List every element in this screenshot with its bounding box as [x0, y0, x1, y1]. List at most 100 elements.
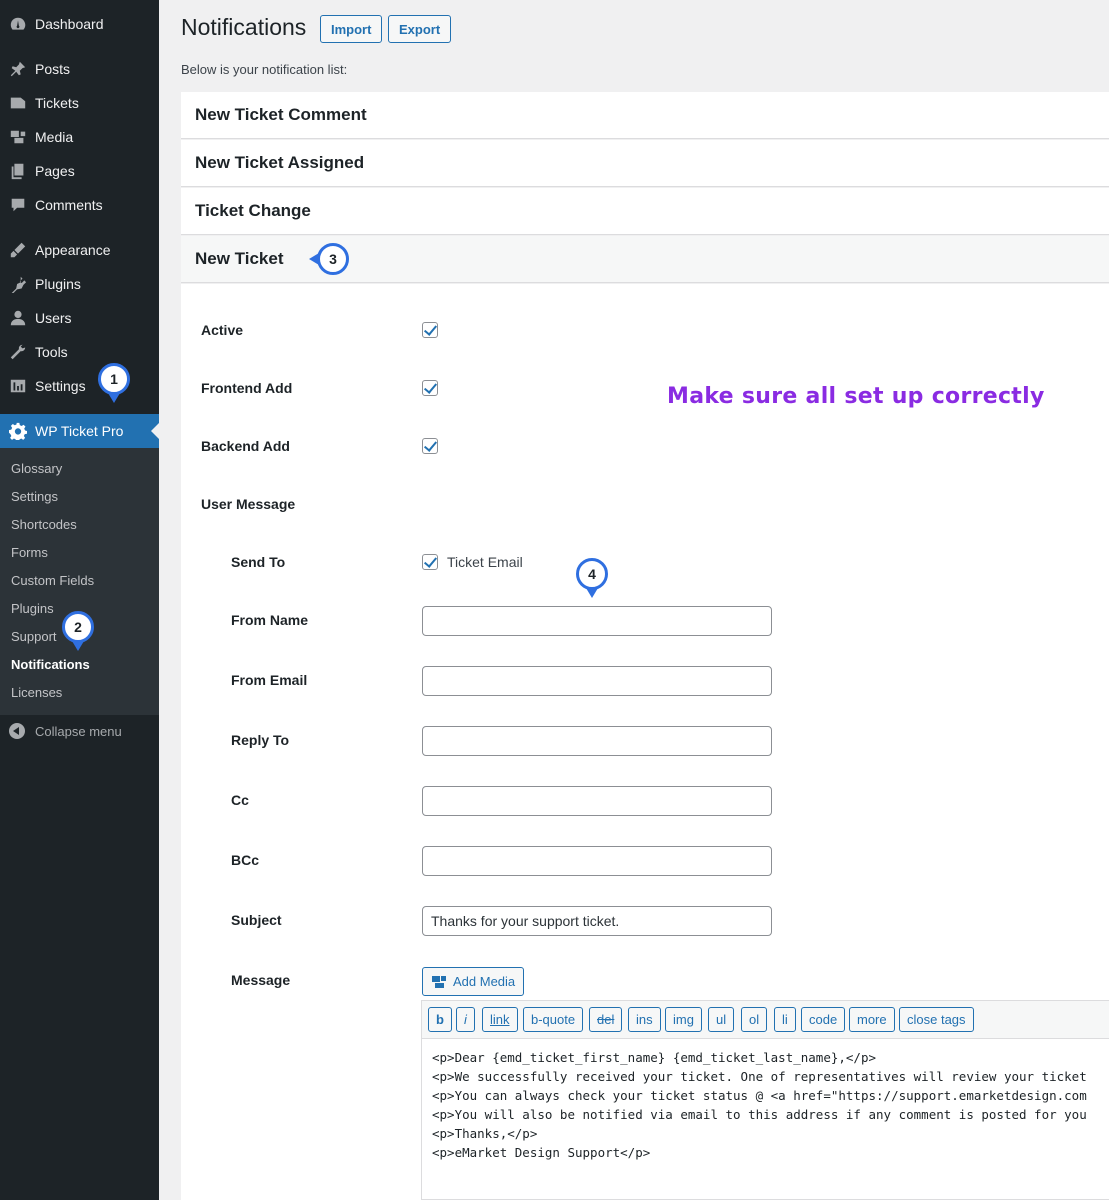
qt-del-button[interactable]: del [589, 1007, 623, 1032]
qt-bold-button[interactable]: b [428, 1007, 452, 1032]
menu-item-comments[interactable]: Comments [0, 188, 159, 222]
message-line: <p>eMarket Design Support</p> [432, 1145, 651, 1160]
qt-li-button[interactable]: li [774, 1007, 796, 1032]
send-to-label: Send To [231, 554, 286, 570]
backend-add-checkbox[interactable] [422, 438, 438, 454]
accordion-title: New Ticket Assigned [195, 153, 365, 172]
qt-ol-button[interactable]: ol [741, 1007, 768, 1032]
submenu-item-notifications[interactable]: Notifications [11, 655, 90, 675]
menu-label-settings: Settings [35, 378, 86, 394]
bcc-label: BCc [231, 852, 260, 868]
menu-item-appearance[interactable]: Appearance [0, 233, 159, 267]
user-icon [8, 308, 28, 328]
bcc-input[interactable] [422, 846, 772, 876]
menu-label-dashboard: Dashboard [35, 16, 104, 32]
submenu-item-glossary[interactable]: Glossary [11, 459, 62, 479]
menu-label-plugins: Plugins [35, 276, 81, 292]
from-email-input[interactable] [422, 666, 772, 696]
add-media-label: Add Media [453, 974, 516, 989]
qt-more-button[interactable]: more [849, 1007, 895, 1032]
menu-item-tickets[interactable]: Tickets [0, 86, 159, 120]
accordion-ticket-change[interactable]: Ticket Change [181, 188, 1109, 235]
menu-item-dashboard[interactable]: Dashboard [0, 7, 159, 41]
callout-pin-2: 2 [62, 611, 94, 651]
annotation-text: Make sure all set up correctly [667, 384, 1045, 409]
submenu-item-support[interactable]: Support [11, 627, 57, 647]
qt-link-button[interactable]: link [482, 1007, 518, 1032]
frontend-add-label: Frontend Add [201, 380, 293, 396]
menu-label-pages: Pages [35, 163, 75, 179]
menu-item-plugins[interactable]: Plugins [0, 267, 159, 301]
message-label: Message [231, 972, 291, 988]
subject-label: Subject [231, 912, 282, 928]
reply-to-input[interactable] [422, 726, 772, 756]
submenu-item-shortcodes[interactable]: Shortcodes [11, 515, 77, 535]
qt-blockquote-button[interactable]: b-quote [523, 1007, 584, 1032]
menu-label-users: Users [35, 310, 72, 326]
qt-img-button[interactable]: img [665, 1007, 702, 1032]
message-line: <p>We successfully received your ticket.… [432, 1069, 1087, 1084]
menu-item-pages[interactable]: Pages [0, 154, 159, 188]
qt-code-button[interactable]: code [801, 1007, 846, 1032]
menu-label-tools: Tools [35, 344, 68, 360]
pin-icon [8, 59, 28, 79]
submenu-item-plugins[interactable]: Plugins [11, 599, 54, 619]
menu-item-wp-ticket-pro[interactable]: WP Ticket Pro [0, 414, 159, 448]
qt-close-tags-button[interactable]: close tags [899, 1007, 974, 1032]
message-textarea[interactable]: <p>Dear {emd_ticket_first_name} {emd_tic… [432, 1048, 1087, 1162]
add-media-button[interactable]: Add Media [422, 967, 525, 996]
submenu-item-licenses[interactable]: Licenses [11, 683, 62, 703]
from-name-label: From Name [231, 612, 309, 628]
from-name-input[interactable] [422, 606, 772, 636]
intro-text: Below is your notification list: [181, 62, 348, 77]
qt-italic-button[interactable]: i [456, 1007, 475, 1032]
submenu-item-forms[interactable]: Forms [11, 543, 48, 563]
quicktags-toolbar: b i link b-quote del ins img ul ol li co… [422, 1001, 1109, 1039]
menu-item-tools[interactable]: Tools [0, 335, 159, 369]
media-icon [8, 127, 28, 147]
active-checkbox[interactable] [422, 322, 438, 338]
menu-label-tickets: Tickets [35, 95, 79, 111]
media-icon [432, 975, 446, 988]
frontend-add-checkbox[interactable] [422, 380, 438, 396]
ticket-email-checkbox[interactable] [422, 554, 438, 570]
submenu-item-custom-fields[interactable]: Custom Fields [11, 571, 94, 591]
admin-sidebar: Dashboard Posts Tickets Media Pages Comm… [0, 0, 159, 1200]
plugin-icon [8, 274, 28, 294]
message-line: <p>You will also be notified via email t… [432, 1107, 1087, 1122]
submenu-item-settings[interactable]: Settings [11, 487, 58, 507]
cc-label: Cc [231, 792, 249, 808]
tickets-icon [8, 93, 28, 113]
accordion-new-ticket-assigned[interactable]: New Ticket Assigned [181, 140, 1109, 187]
menu-item-settings[interactable]: Settings [0, 369, 159, 403]
active-arrow-icon [151, 423, 159, 439]
from-email-label: From Email [231, 672, 308, 688]
menu-label-posts: Posts [35, 61, 71, 77]
import-button[interactable]: Import [320, 15, 383, 43]
user-message-label: User Message [201, 496, 296, 512]
gear-icon [8, 421, 28, 441]
qt-ul-button[interactable]: ul [708, 1007, 735, 1032]
message-line: <p>Thanks,</p> [432, 1126, 538, 1141]
menu-label-comments: Comments [35, 197, 103, 213]
collapse-icon [9, 723, 25, 739]
accordion-title: Ticket Change [195, 201, 311, 220]
qt-ins-button[interactable]: ins [628, 1007, 661, 1032]
export-button[interactable]: Export [388, 15, 452, 43]
menu-item-posts[interactable]: Posts [0, 52, 159, 86]
subject-input[interactable]: Thanks for your support ticket. [422, 906, 772, 936]
accordion-new-ticket-comment[interactable]: New Ticket Comment [181, 92, 1109, 139]
collapse-menu-button[interactable]: Collapse menu [0, 720, 159, 742]
message-editor[interactable]: b i link b-quote del ins img ul ol li co… [421, 1000, 1109, 1200]
accordion-title: New Ticket [195, 249, 284, 268]
menu-label-appearance: Appearance [35, 242, 111, 258]
cc-input[interactable] [422, 786, 772, 816]
active-label: Active [201, 322, 244, 338]
callout-pin-1: 1 [98, 363, 130, 403]
collapse-menu-label: Collapse menu [35, 723, 122, 739]
menu-label-media: Media [35, 129, 74, 145]
message-line: <p>You can always check your ticket stat… [432, 1088, 1087, 1103]
menu-item-users[interactable]: Users [0, 301, 159, 335]
menu-item-media[interactable]: Media [0, 120, 159, 154]
message-line: <p>Dear {emd_ticket_first_name} {emd_tic… [432, 1050, 877, 1065]
